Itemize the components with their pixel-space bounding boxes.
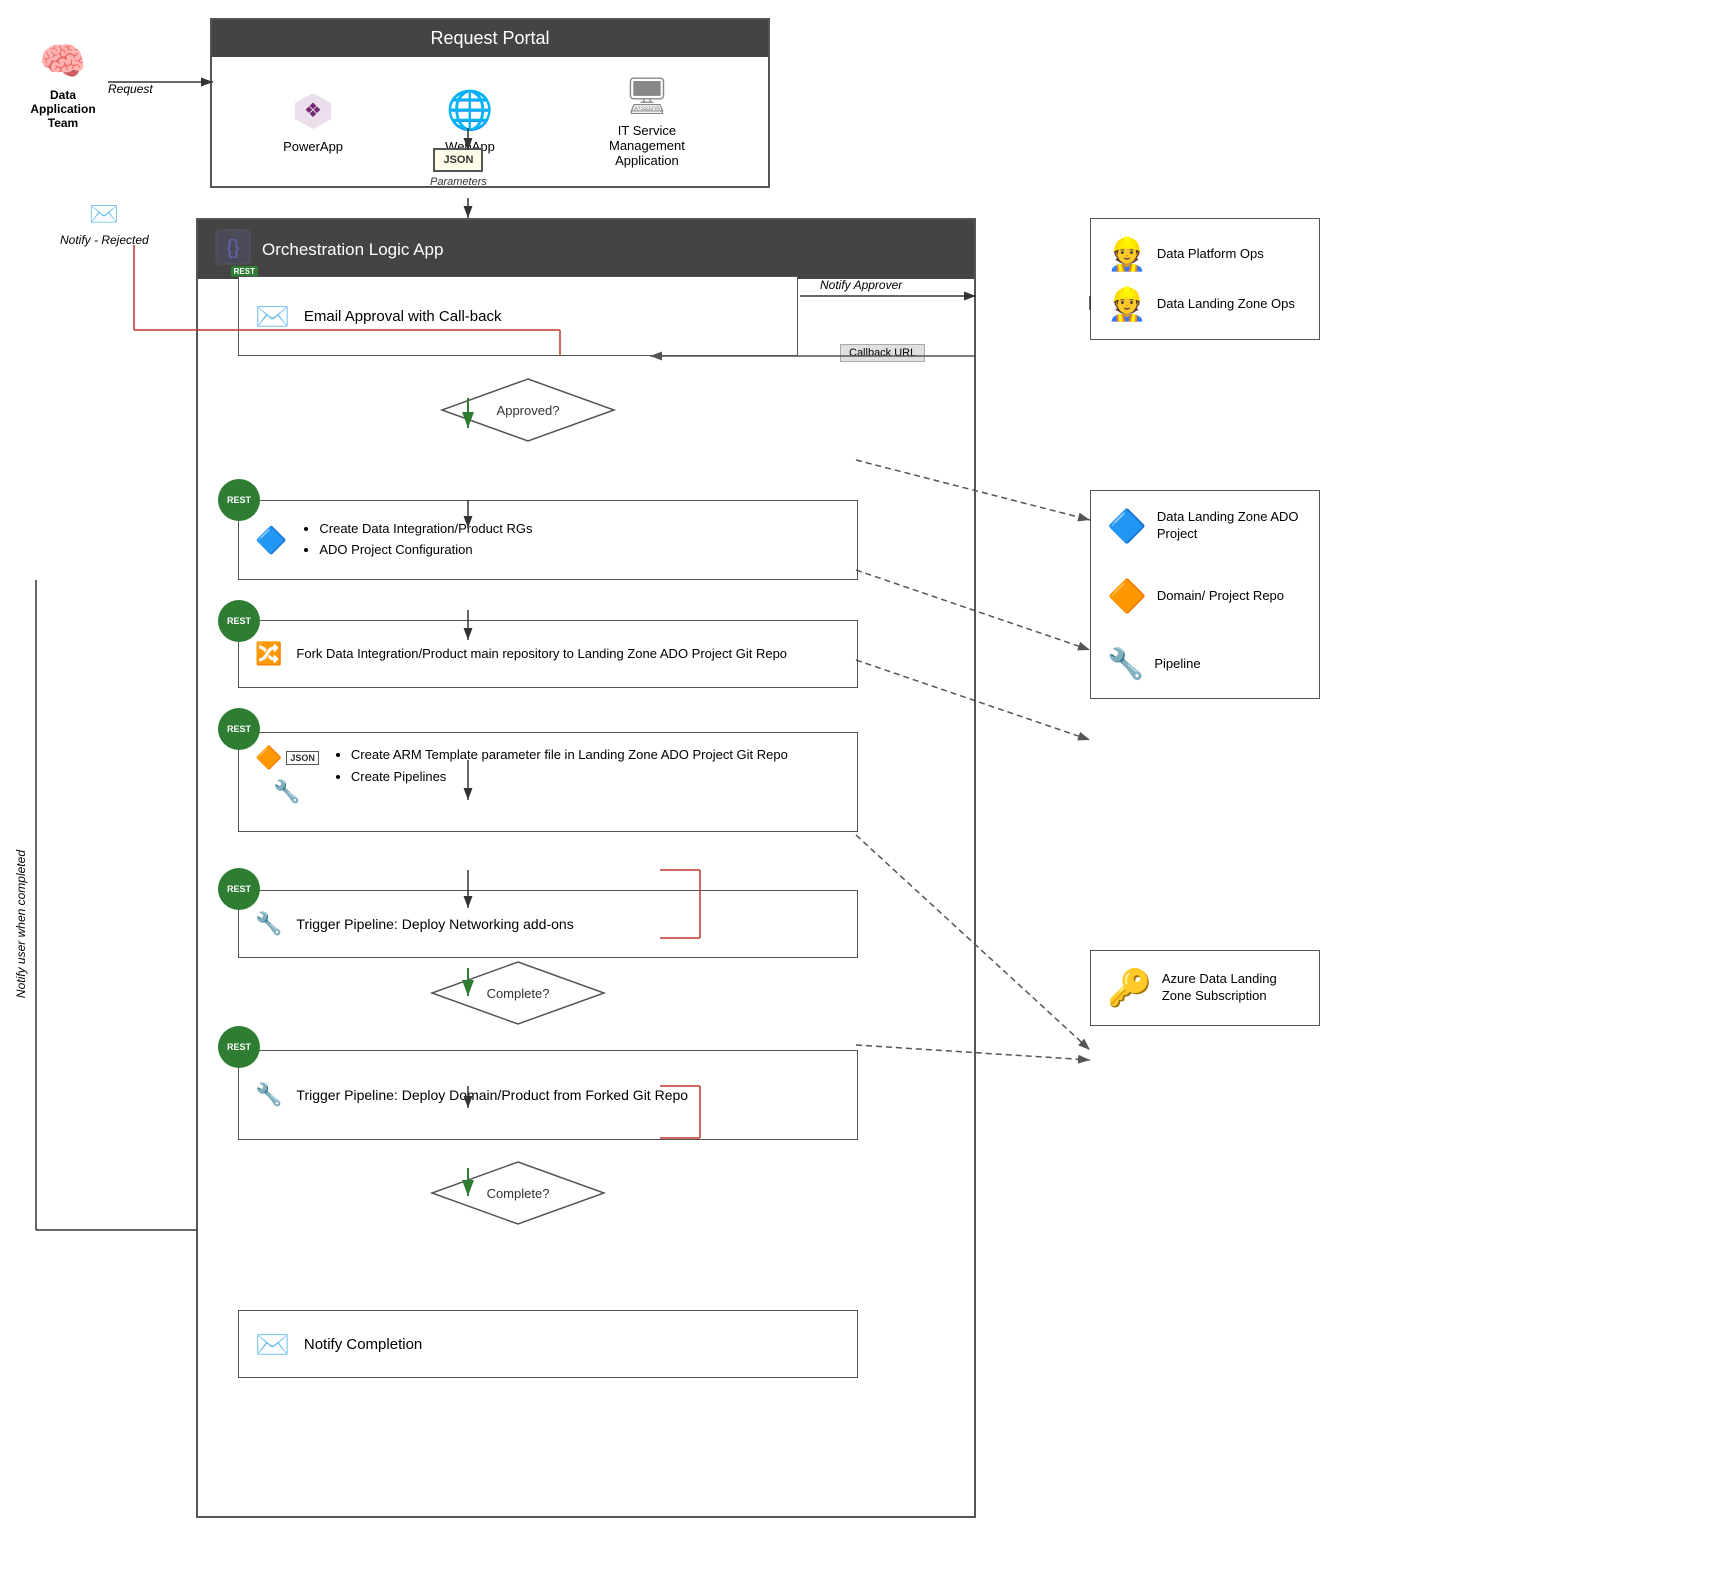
step-2-box: 🔀 Fork Data Integration/Product main repo… (238, 620, 858, 688)
step-3-icons: 🔶 JSON 🔧 (255, 745, 319, 805)
data-platform-ops-label: Data Platform Ops (1157, 246, 1264, 263)
rest-badge-2: REST (218, 600, 260, 642)
svg-text:Approved?: Approved? (497, 403, 560, 418)
step-3-box: 🔶 JSON 🔧 Create ARM Template parameter f… (238, 732, 858, 832)
data-platform-ops-icon: 👷 (1107, 235, 1147, 273)
step-5-label: Trigger Pipeline: Deploy Domain/Product … (296, 1085, 688, 1106)
json-params: JSON Parameters (430, 148, 487, 188)
notify-rejected-email-icon: ✉️ (89, 200, 119, 229)
domain-project-repo-item: 🔶 Domain/ Project Repo (1107, 577, 1303, 615)
step-3-item-2: Create Pipelines (351, 767, 788, 787)
step-2-text: Fork Data Integration/Product main repos… (296, 644, 787, 664)
repo-icon: 🔶 (255, 745, 282, 771)
svg-text:Complete?: Complete? (487, 1186, 550, 1201)
step-1-item-1: Create Data Integration/Product RGs (319, 519, 532, 539)
notify-completion-label: Notify Completion (304, 1336, 422, 1353)
spacer (1107, 557, 1303, 577)
step-4-label: Trigger Pipeline: Deploy Networking add-… (296, 914, 573, 935)
fork-icon: 🔀 (255, 641, 282, 667)
complete2-diamond: Complete? (428, 1158, 608, 1228)
right-panel-mid: 🔷 Data Landing Zone ADO Project 🔶 Domain… (1090, 490, 1320, 699)
notify-rejected-section: ✉️ Notify - Rejected (60, 200, 149, 247)
step-1-label: Create Data Integration/Product RGs ADO … (301, 519, 532, 562)
azure-subscription-icon: 🔑 (1107, 967, 1152, 1009)
rest-badge-3: REST (218, 708, 260, 750)
callback-url-label: Callback URL (840, 344, 925, 362)
step-3-item-1: Create ARM Template parameter file in La… (351, 745, 788, 765)
spacer2 (1107, 627, 1303, 647)
json-label: Parameters (430, 176, 487, 188)
rest-badge-5: REST (218, 1026, 260, 1068)
pipeline-icon: 🔧 (1107, 647, 1144, 682)
itsm-item: 🖥 IT Service Management Application (597, 75, 697, 168)
diagram-container: 🧠 Data Application Team Request Request … (0, 0, 1734, 1588)
step-3-icon-row1: 🔶 JSON (255, 745, 319, 771)
data-application-team: 🧠 Data Application Team (18, 40, 108, 130)
complete2-diamond-wrapper: Complete? (428, 1158, 608, 1233)
notify-completion-icon: ✉️ (255, 1328, 290, 1361)
rest-badge-1: REST (218, 479, 260, 521)
email-icon: ✉️ (255, 300, 290, 333)
ado-project-label: Data Landing Zone ADO Project (1157, 509, 1303, 543)
data-team-icon: 🧠 (39, 40, 86, 84)
data-landing-zone-ops-icon: 👷 (1107, 285, 1147, 323)
logic-app-icon: {} (214, 228, 252, 266)
domain-project-repo-icon: 🔶 (1107, 577, 1147, 615)
notify-user-label: Notify user when completed (14, 850, 28, 998)
itsm-label: IT Service Management Application (597, 123, 697, 168)
notify-completion-box: ✉️ Notify Completion (238, 1310, 858, 1378)
webapp-icon: 🌐 (446, 89, 493, 133)
logic-app-icon-wrapper: {} REST (214, 228, 252, 271)
ado-project-icon: 🔷 (1107, 507, 1147, 545)
webapp-item: 🌐 WebApp (445, 89, 495, 154)
domain-project-repo-label: Domain/ Project Repo (1157, 588, 1284, 605)
pipeline-icon-5: 🔧 (255, 1082, 282, 1108)
svg-text:❖: ❖ (304, 100, 322, 122)
azure-subscription-item: 🔑 Azure Data Landing Zone Subscription (1107, 967, 1303, 1009)
notify-approver-label: Notify Approver (820, 278, 902, 292)
data-platform-ops-item: 👷 Data Platform Ops (1107, 235, 1303, 273)
data-team-label: Data Application Team (18, 88, 108, 130)
rest-badge-4: REST (218, 868, 260, 910)
right-panel-bot: 🔑 Azure Data Landing Zone Subscription (1090, 950, 1320, 1026)
pipeline-icon-step3: 🔧 (273, 779, 300, 805)
step-4-box: 🔧 Trigger Pipeline: Deploy Networking ad… (238, 890, 858, 958)
step-1-box: 🔷 Create Data Integration/Product RGs AD… (238, 500, 858, 580)
orchestration-header: {} REST Orchestration Logic App (198, 220, 974, 279)
request-portal-body: ❖ PowerApp 🌐 WebApp 🖥 IT Service Managem… (212, 57, 768, 186)
pipeline-item: 🔧 Pipeline (1107, 647, 1303, 682)
itsm-icon: 🖥 (624, 75, 670, 117)
notify-rejected-label: Notify - Rejected (60, 233, 149, 247)
request-portal-box: Request Portal ❖ PowerApp 🌐 WebApp 🖥 (210, 18, 770, 188)
email-approval-box: ✉️ Email Approval with Call-back (238, 276, 798, 356)
complete1-diamond-wrapper: Complete? (428, 958, 608, 1033)
json-badge: JSON (433, 148, 483, 172)
step-1-item-2: ADO Project Configuration (319, 540, 532, 560)
powerapp-item: ❖ PowerApp (283, 89, 343, 154)
ado-project-item: 🔷 Data Landing Zone ADO Project (1107, 507, 1303, 545)
request-arrow-label: Request (108, 82, 153, 96)
approved-diamond-wrapper: Approved? (438, 375, 618, 450)
orchestration-logic-app-box: {} REST Orchestration Logic App ✉️ Email… (196, 218, 976, 1518)
request-portal-header: Request Portal (212, 20, 768, 57)
data-landing-zone-ops-label: Data Landing Zone Ops (1157, 296, 1295, 313)
complete1-diamond: Complete? (428, 958, 608, 1028)
ado-icon-1: 🔷 (255, 525, 287, 556)
right-panel-top: 👷 Data Platform Ops 👷 Data Landing Zone … (1090, 218, 1320, 340)
svg-text:Complete?: Complete? (487, 986, 550, 1001)
svg-text:{}: {} (226, 237, 240, 259)
azure-subscription-label: Azure Data Landing Zone Subscription (1162, 971, 1303, 1005)
step-5-box: 🔧 Trigger Pipeline: Deploy Domain/Produc… (238, 1050, 858, 1140)
powerapp-icon: ❖ (291, 89, 335, 133)
step-3-label: Create ARM Template parameter file in La… (333, 745, 788, 788)
email-approval-label: Email Approval with Call-back (304, 308, 502, 325)
pipeline-icon-4: 🔧 (255, 911, 282, 937)
approved-diamond: Approved? (438, 375, 618, 445)
powerapp-label: PowerApp (283, 139, 343, 154)
pipeline-label: Pipeline (1154, 656, 1200, 673)
data-landing-zone-ops-item: 👷 Data Landing Zone Ops (1107, 285, 1303, 323)
json-badge-step3: JSON (286, 751, 319, 765)
orchestration-title: Orchestration Logic App (262, 240, 443, 260)
